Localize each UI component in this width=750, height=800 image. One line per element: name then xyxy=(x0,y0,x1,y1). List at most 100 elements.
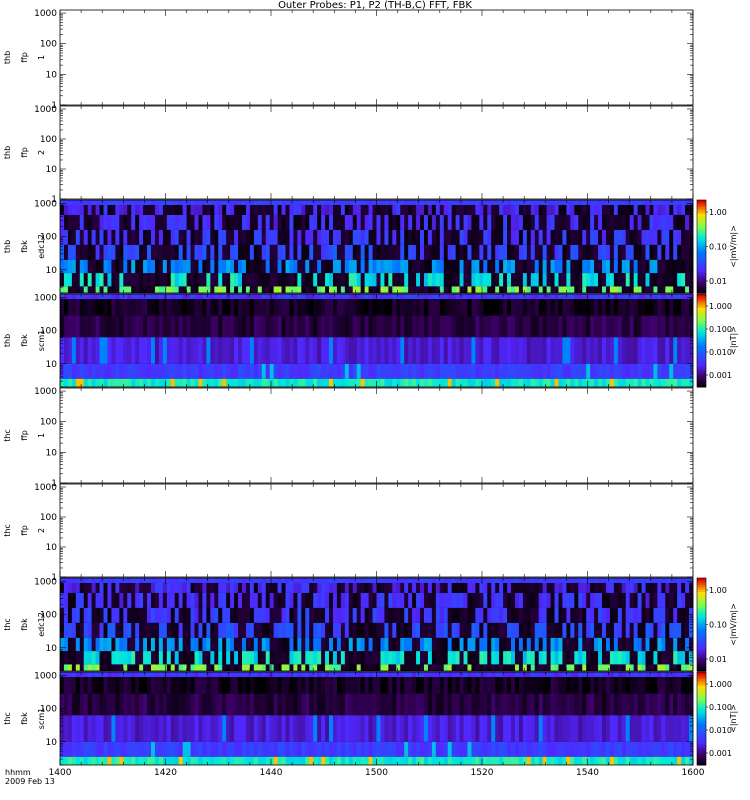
heatmap-cell xyxy=(313,756,318,765)
heatmap-cell xyxy=(91,298,97,316)
heatmap-cell xyxy=(649,378,654,387)
heatmap-cell xyxy=(416,273,421,287)
heatmap-cell xyxy=(257,214,263,230)
heatmap-cell xyxy=(230,672,235,677)
heatmap-cell xyxy=(439,578,445,583)
heatmap-cell xyxy=(238,363,243,379)
heatmap-cell xyxy=(546,259,551,274)
heatmap-cell xyxy=(249,259,255,274)
heatmap-cell xyxy=(154,244,160,260)
heatmap-cell xyxy=(392,578,397,583)
heatmap-cell xyxy=(590,607,595,623)
heatmap-cell xyxy=(131,756,136,765)
heatmap-cell xyxy=(162,664,168,671)
y-label-line: thb xyxy=(3,51,12,64)
heatmap-cell xyxy=(317,582,322,593)
heatmap-cell xyxy=(471,273,476,287)
heatmap-cell xyxy=(143,229,148,245)
heatmap-cell xyxy=(582,378,587,387)
heatmap-cell xyxy=(166,200,172,205)
heatmap-cell xyxy=(83,592,89,608)
heatmap-cell xyxy=(467,259,472,274)
heatmap-cell xyxy=(511,315,516,338)
heatmap-cell xyxy=(625,273,631,287)
heatmap-cell xyxy=(210,273,215,287)
heatmap-cell xyxy=(139,378,144,387)
heatmap-cell xyxy=(245,244,251,260)
heatmap-cell xyxy=(277,200,282,205)
heatmap-cell xyxy=(269,244,275,260)
heatmap-cell xyxy=(135,294,140,299)
heatmap-cell xyxy=(416,294,421,299)
heatmap-cell xyxy=(372,214,377,230)
heatmap-cell xyxy=(95,204,100,215)
heatmap-cell xyxy=(526,229,532,245)
heatmap-cell xyxy=(566,229,571,245)
heatmap-cell xyxy=(79,214,85,230)
heatmap-cell xyxy=(598,607,603,623)
heatmap-cell xyxy=(182,741,187,757)
heatmap-cell xyxy=(526,204,532,215)
heatmap-cell xyxy=(503,378,508,387)
heatmap-cell xyxy=(673,315,678,338)
heatmap-cell xyxy=(605,200,611,205)
heatmap-cell xyxy=(154,637,160,652)
heatmap-cell xyxy=(317,298,322,316)
heatmap-cell xyxy=(71,286,77,293)
heatmap-cell xyxy=(554,607,559,623)
heatmap-cell xyxy=(404,578,409,583)
heatmap-cell xyxy=(273,637,278,652)
heatmap-cell xyxy=(83,676,89,694)
heatmap-cell xyxy=(439,298,445,316)
heatmap-cell xyxy=(147,622,152,638)
heatmap-cell xyxy=(412,294,417,299)
heatmap-cell xyxy=(277,756,282,765)
heatmap-cell xyxy=(230,286,235,293)
heatmap-cell xyxy=(388,578,393,583)
heatmap-cell xyxy=(285,578,290,583)
heatmap-cell xyxy=(586,294,591,299)
heatmap-cell xyxy=(131,315,136,338)
heatmap-cell xyxy=(230,637,235,652)
heatmap-cell xyxy=(376,286,381,293)
heatmap-cell xyxy=(166,637,172,652)
heatmap-cell xyxy=(491,229,496,245)
heatmap-cell xyxy=(582,244,587,260)
heatmap-cell xyxy=(613,315,619,338)
heatmap-cell xyxy=(582,315,587,338)
heatmap-cell xyxy=(87,676,93,694)
heatmap-cell xyxy=(238,214,243,230)
heatmap-cell xyxy=(60,200,65,205)
heatmap-cell xyxy=(491,315,496,338)
heatmap-cell xyxy=(115,756,120,765)
heatmap-cell xyxy=(582,363,587,379)
heatmap-cell xyxy=(277,651,282,665)
heatmap-cell xyxy=(241,204,247,215)
heatmap-cell xyxy=(471,622,476,638)
heatmap-cell xyxy=(214,578,219,583)
heatmap-cell xyxy=(174,607,180,623)
heatmap-cell xyxy=(412,607,417,623)
heatmap-cell xyxy=(348,204,354,215)
heatmap-cell xyxy=(127,363,132,379)
heatmap-cell xyxy=(135,315,140,338)
heatmap-cell xyxy=(91,676,97,694)
y-tick-label: 1000 xyxy=(34,105,57,115)
heatmap-cell xyxy=(384,315,389,338)
heatmap-cell xyxy=(360,637,366,652)
heatmap-cell xyxy=(313,214,318,230)
heatmap-cell xyxy=(293,756,298,765)
heatmap-cell xyxy=(277,607,282,623)
heatmap-cell xyxy=(546,337,551,364)
heatmap-cell xyxy=(198,607,203,623)
heatmap-cell xyxy=(83,315,89,338)
heatmap-cell xyxy=(463,337,468,364)
heatmap-cell xyxy=(495,298,500,316)
heatmap-cell xyxy=(325,676,330,694)
heatmap-cell xyxy=(621,286,627,293)
heatmap-cell xyxy=(427,298,433,316)
y-axis: 1101001000 xyxy=(34,387,693,489)
heatmap-cell xyxy=(249,592,255,608)
heatmap-cell xyxy=(677,363,682,379)
heatmap-cell xyxy=(487,229,492,245)
